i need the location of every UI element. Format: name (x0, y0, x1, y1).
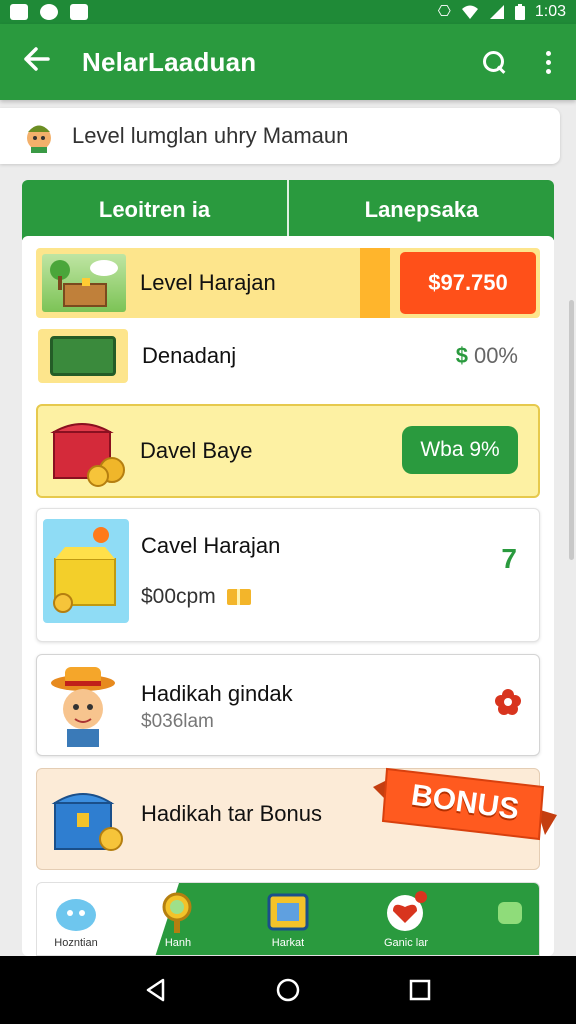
status-left-icons (10, 4, 88, 20)
signal-icon (489, 5, 504, 19)
row-title: Denadanj (142, 343, 237, 368)
row-badge[interactable]: Wba 9% (402, 426, 518, 474)
level-banner-label: Level lumglan uhry Mamaun (72, 123, 349, 148)
nav-item-ganic-lar[interactable]: Ganic lar (371, 889, 441, 953)
nav-item-menu[interactable] (475, 889, 539, 953)
notification-icon (70, 4, 88, 20)
list-item-denadanj[interactable]: Denadanj $ 00% (36, 328, 540, 384)
row-title: Hadikah gindak (141, 681, 293, 706)
chat-icon (40, 4, 58, 20)
dollar-icon: $ (455, 343, 468, 368)
map-icon (267, 893, 309, 931)
scrollbar[interactable] (569, 300, 574, 560)
list-item-davel-baye[interactable]: Davel Baye Wba 9% (36, 404, 540, 498)
list-item-hadikah-gindak[interactable]: Hadikah gindak $036lam (36, 654, 540, 756)
bottom-nav: Hozntian Hanh Harkat Ganic lar (36, 882, 540, 956)
reward-list: Level Harajan $97.750 Denadanj $ 00% Dav… (22, 236, 557, 956)
tab-lanepsaka[interactable]: Lanepsaka (289, 180, 554, 240)
row-title: Cavel Harajan (141, 533, 281, 558)
list-item-cavel-harajan[interactable]: Cavel Harajan $00cpm 7 (36, 508, 540, 642)
vibrate-icon: ⎔ (437, 3, 451, 20)
ticket-icon (226, 589, 251, 605)
red-chest-icon (50, 414, 130, 488)
status-bar: ⎔ 1:03 (0, 0, 576, 24)
status-time: 1:03 (534, 3, 566, 20)
more-vert-icon[interactable] (546, 50, 552, 74)
blob-icon (56, 899, 96, 931)
row-title: Level Harajan (140, 270, 276, 295)
nav-item-hanh[interactable]: Hanh (143, 889, 213, 953)
row-percent: $ 00% (456, 343, 518, 369)
app-bar: NelarLaaduan (0, 24, 576, 100)
tab-leoitren[interactable]: Leoitren ia (22, 180, 287, 240)
magnifier-icon (162, 892, 192, 933)
list-item-level-harajan[interactable]: Level Harajan $97.750 (36, 248, 540, 318)
row-subtitle: $036lam (141, 711, 214, 732)
nav-label: Ganic lar (383, 937, 429, 949)
character-avatar-icon (22, 119, 56, 153)
percent-value: 00% (473, 343, 518, 368)
nav-label: Hozntian (54, 937, 98, 949)
nav-item-harkat[interactable]: Harkat (253, 889, 323, 953)
row-title: Davel Baye (140, 438, 253, 463)
back-arrow-icon[interactable] (22, 45, 54, 79)
nav-item-hozntian[interactable]: Hozntian (41, 889, 111, 953)
blue-chest-icon (49, 779, 129, 859)
nav-recents-icon[interactable] (407, 977, 433, 1003)
photo-icon (10, 4, 28, 20)
tab-bar: Leoitren ia Lanepsaka (22, 180, 554, 240)
row-title: Hadikah tar Bonus (141, 801, 322, 826)
price-badge[interactable]: $97.750 (400, 252, 536, 314)
app-title: NelarLaaduan (82, 46, 257, 77)
flower-icon[interactable] (495, 689, 521, 715)
row-subtitle: $00cpm (141, 585, 252, 609)
wifi-icon (461, 5, 478, 19)
nav-label: Hanh (164, 937, 192, 949)
level-banner[interactable]: Level lumglan uhry Mamaun (0, 108, 560, 164)
nav-back-icon[interactable] (143, 977, 169, 1003)
nav-label: Harkat (271, 937, 305, 949)
farmer-character-icon (49, 663, 123, 749)
row-accent-strip (360, 248, 390, 318)
bonus-ribbon: BONUS (373, 757, 557, 849)
battery-icon (514, 4, 525, 20)
nav-home-icon[interactable] (275, 977, 301, 1003)
app-bar-actions (482, 50, 552, 74)
status-right-icons: ⎔ 1:03 (438, 3, 566, 21)
system-nav-bar (0, 956, 576, 1024)
green-chest-icon (38, 329, 128, 383)
search-icon[interactable] (482, 50, 506, 74)
list-item-hadikah-bonus[interactable]: Hadikah tar Bonus BONUS (36, 767, 557, 870)
row-subtitle-text: $00cpm (141, 585, 216, 608)
row-count: 7 (501, 543, 517, 574)
yellow-treasure-icon (43, 519, 129, 623)
heart-badge-icon (387, 891, 427, 931)
treasure-cart-icon (42, 254, 126, 312)
menu-icon (498, 902, 522, 924)
